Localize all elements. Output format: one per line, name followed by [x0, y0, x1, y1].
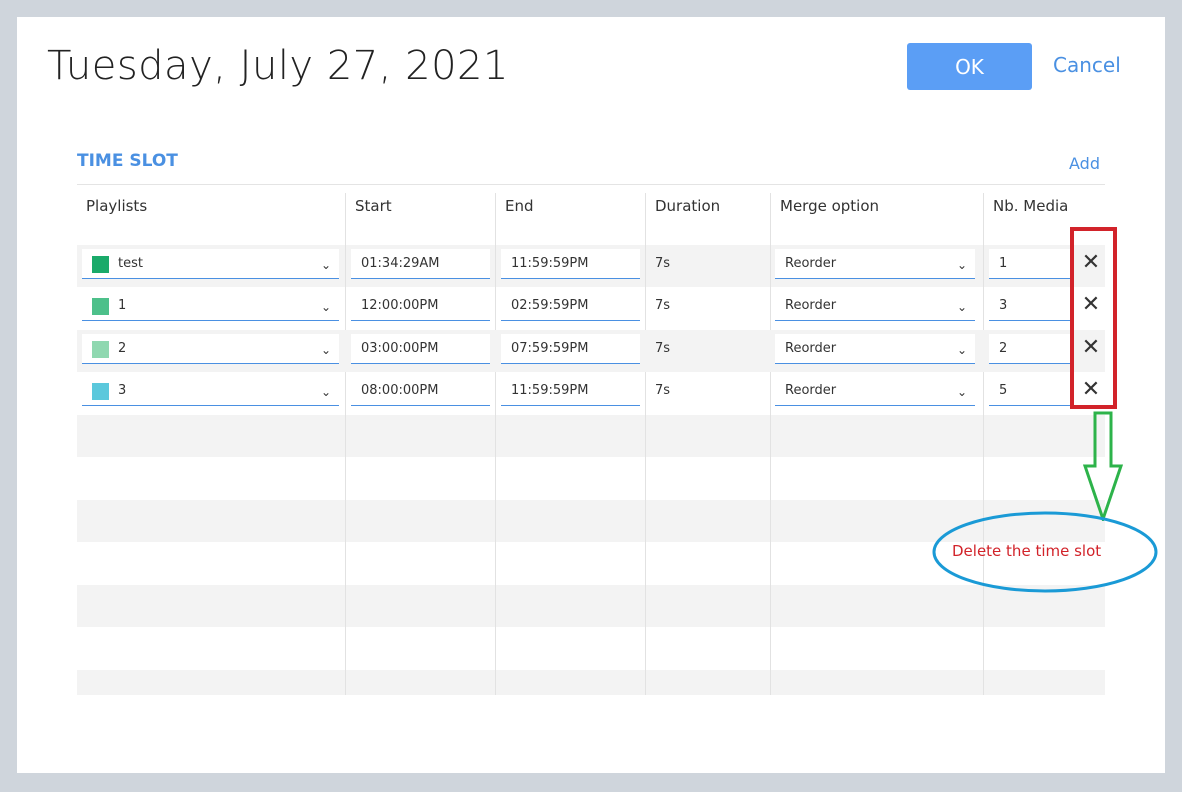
- chevron-down-icon: ⌄: [956, 343, 967, 357]
- merge-option-select[interactable]: Reorder ⌄: [775, 249, 975, 279]
- chevron-down-icon: ⌄: [320, 300, 331, 314]
- end-time-input[interactable]: 07:59:59PM: [501, 334, 640, 364]
- merge-option-select[interactable]: Reorder ⌄: [775, 334, 975, 364]
- end-time-input[interactable]: 11:59:59PM: [501, 249, 640, 279]
- chevron-down-icon: ⌄: [956, 300, 967, 314]
- time-slot-table: Playlists Start End Duration Merge optio…: [77, 193, 1105, 695]
- end-time-input[interactable]: 11:59:59PM: [501, 376, 640, 406]
- start-time-input[interactable]: 08:00:00PM: [351, 376, 490, 406]
- date-dialog: Tuesday, July 27, 2021 OK Cancel TIME SL…: [17, 17, 1165, 773]
- nb-media-input[interactable]: 1: [989, 249, 1071, 279]
- section-divider: [77, 184, 1105, 185]
- header-start: Start: [355, 197, 392, 215]
- header-nb-media: Nb. Media: [993, 197, 1069, 215]
- header-duration: Duration: [655, 197, 721, 215]
- duration-value: 7s: [655, 256, 671, 271]
- callout-text: Delete the time slot: [952, 542, 1102, 560]
- merge-option-select[interactable]: Reorder ⌄: [775, 291, 975, 321]
- row-band: [77, 415, 1105, 457]
- playlist-name: 3: [118, 383, 127, 398]
- playlist-color-swatch: [92, 383, 109, 400]
- merge-option-value: Reorder: [785, 383, 837, 398]
- table-row: 1 ⌄ 12:00:00PM 02:59:59PM 7s Reorder ⌄ 3…: [77, 287, 1105, 329]
- merge-option-value: Reorder: [785, 298, 837, 313]
- start-time-input[interactable]: 12:00:00PM: [351, 291, 490, 321]
- playlist-select[interactable]: 1 ⌄: [82, 291, 339, 321]
- nb-media-input[interactable]: 3: [989, 291, 1071, 321]
- chevron-down-icon: ⌄: [320, 343, 331, 357]
- nb-media-input[interactable]: 5: [989, 376, 1071, 406]
- playlist-select[interactable]: test ⌄: [82, 249, 339, 279]
- chevron-down-icon: ⌄: [320, 258, 331, 272]
- playlist-name: 1: [118, 298, 127, 313]
- page-title: Tuesday, July 27, 2021: [47, 43, 509, 89]
- chevron-down-icon: ⌄: [320, 385, 331, 399]
- merge-option-value: Reorder: [785, 256, 837, 271]
- duration-value: 7s: [655, 341, 671, 356]
- merge-option-value: Reorder: [785, 341, 837, 356]
- header-end: End: [505, 197, 534, 215]
- row-band: [77, 670, 1105, 695]
- duration-value: 7s: [655, 298, 671, 313]
- start-time-input[interactable]: 01:34:29AM: [351, 249, 490, 279]
- merge-option-select[interactable]: Reorder ⌄: [775, 376, 975, 406]
- table-row: 2 ⌄ 03:00:00PM 07:59:59PM 7s Reorder ⌄ 2…: [77, 330, 1105, 372]
- playlist-select[interactable]: 3 ⌄: [82, 376, 339, 406]
- section-title: TIME SLOT: [77, 151, 178, 171]
- playlist-color-swatch: [92, 298, 109, 315]
- playlist-name: 2: [118, 341, 127, 356]
- highlight-box: [1070, 227, 1117, 409]
- header-merge-option: Merge option: [780, 197, 880, 215]
- duration-value: 7s: [655, 383, 671, 398]
- playlist-select[interactable]: 2 ⌄: [82, 334, 339, 364]
- playlist-name: test: [118, 256, 143, 271]
- chevron-down-icon: ⌄: [956, 258, 967, 272]
- start-time-input[interactable]: 03:00:00PM: [351, 334, 490, 364]
- playlist-color-swatch: [92, 341, 109, 358]
- ok-button[interactable]: OK: [907, 43, 1032, 90]
- down-arrow-icon: [1083, 411, 1123, 521]
- add-time-slot-link[interactable]: Add: [1069, 154, 1100, 173]
- table-row: 3 ⌄ 08:00:00PM 11:59:59PM 7s Reorder ⌄ 5…: [77, 372, 1105, 414]
- table-row: test ⌄ 01:34:29AM 11:59:59PM 7s Reorder …: [77, 245, 1105, 287]
- chevron-down-icon: ⌄: [956, 385, 967, 399]
- cancel-button[interactable]: Cancel: [1053, 53, 1121, 77]
- nb-media-input[interactable]: 2: [989, 334, 1071, 364]
- end-time-input[interactable]: 02:59:59PM: [501, 291, 640, 321]
- header-playlists: Playlists: [86, 197, 148, 215]
- playlist-color-swatch: [92, 256, 109, 273]
